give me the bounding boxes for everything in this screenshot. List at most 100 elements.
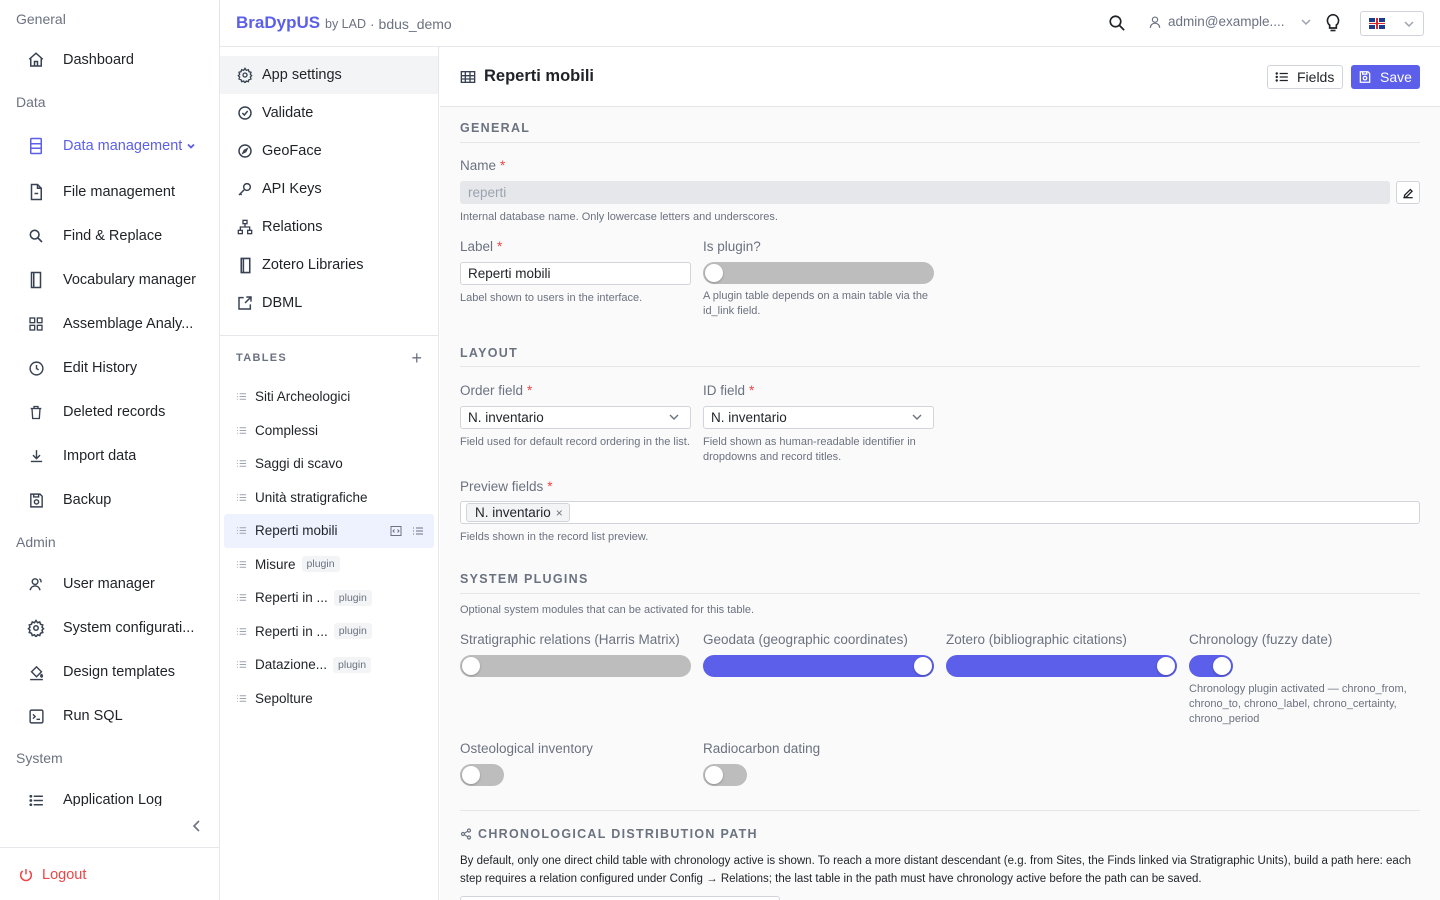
sidebar-group-admin: Admin: [16, 534, 56, 550]
preview-field-chip[interactable]: N. inventario ×: [466, 503, 570, 522]
menu-label: Relations: [262, 219, 323, 235]
sidebar-item-label: Application Log: [63, 792, 163, 806]
add-table-icon[interactable]: +: [411, 349, 422, 367]
sidebar-item-backup[interactable]: Backup: [0, 478, 219, 522]
is-plugin-help: A plugin table depends on a main table v…: [703, 290, 929, 317]
osteo-plugin-toggle[interactable]: [460, 764, 504, 786]
chip-label: N. inventario: [475, 505, 551, 520]
chrono-path-description: By default, only one direct child table …: [460, 855, 1411, 885]
strat-plugin-toggle[interactable]: [460, 655, 691, 677]
sidebar-group-data: Data: [16, 94, 46, 110]
sidebar-item-assemblage[interactable]: Assemblage Analy...: [0, 302, 219, 346]
menu-validate[interactable]: Validate: [220, 94, 438, 132]
tables-heading: TABLES: [236, 352, 287, 364]
chevron-down-icon: [1403, 18, 1415, 30]
sidebar-item-app-log[interactable]: Application Log: [0, 778, 219, 806]
is-plugin-label: Is plugin?: [703, 239, 761, 254]
chrono-path-select[interactable]: [460, 896, 780, 900]
logout-button[interactable]: Logout: [0, 848, 219, 900]
toggle-knob: [462, 657, 480, 675]
main-content: Reperti mobili Fields Save GENERAL Name *…: [440, 47, 1440, 900]
sidebar-item-design-templates[interactable]: Design templates: [0, 650, 219, 694]
collapse-sidebar-icon[interactable]: [188, 816, 206, 836]
sidebar-item-file-management[interactable]: File management: [0, 170, 219, 214]
sidebar-item-data-management[interactable]: Data management: [0, 122, 219, 170]
toggle-knob: [705, 766, 723, 784]
save-button[interactable]: Save: [1351, 65, 1420, 89]
sidebar-item-edit-history[interactable]: Edit History: [0, 346, 219, 390]
chevron-down-icon: [186, 141, 196, 151]
sidebar-item-deleted-records[interactable]: Deleted records: [0, 390, 219, 434]
chrono-plugin-toggle[interactable]: [1189, 655, 1233, 677]
menu-api-keys[interactable]: API Keys: [220, 170, 438, 208]
brand-logo[interactable]: BraDypUS: [236, 13, 320, 33]
menu-geoface[interactable]: GeoFace: [220, 132, 438, 170]
plugin-badge: plugin: [333, 656, 372, 673]
user-menu[interactable]: admin@example....: [1148, 14, 1312, 29]
table-row[interactable]: Saggi di scavo: [224, 447, 434, 481]
order-field-select[interactable]: N. inventario: [460, 406, 691, 429]
menu-relations[interactable]: Relations: [220, 208, 438, 246]
menu-zotero-libraries[interactable]: Zotero Libraries: [220, 246, 438, 284]
is-plugin-toggle[interactable]: [703, 262, 934, 284]
sidebar-scroll-area[interactable]: General Dashboard Data Data management F…: [0, 0, 219, 806]
bookmark-book-icon: [236, 256, 254, 274]
sidebar-item-label: Design templates: [63, 664, 176, 680]
fields-button[interactable]: Fields: [1267, 65, 1343, 89]
label-input[interactable]: Reperti mobili: [460, 262, 691, 285]
section-chrono-path: CHRONOLOGICAL DISTRIBUTION PATH: [460, 827, 758, 841]
table-row[interactable]: Reperti in ... plugin: [224, 581, 434, 615]
name-input[interactable]: reperti: [460, 181, 1390, 204]
sidebar-item-vocabulary[interactable]: Vocabulary manager: [0, 258, 219, 302]
remove-chip-icon[interactable]: ×: [556, 506, 563, 520]
menu-app-settings[interactable]: App settings: [220, 56, 438, 94]
language-select[interactable]: [1360, 11, 1424, 36]
gear-icon: [236, 66, 254, 84]
section-layout-title: LAYOUT: [460, 346, 519, 360]
trash-icon: [26, 402, 46, 422]
sidebar-item-user-manager[interactable]: User manager: [0, 562, 219, 606]
share-nodes-icon: [460, 828, 472, 840]
sidebar-item-find-replace[interactable]: Find & Replace: [0, 214, 219, 258]
table-row[interactable]: Complessi: [224, 414, 434, 448]
sidebar-item-label: Deleted records: [63, 404, 166, 420]
search-icon[interactable]: [1108, 14, 1128, 34]
save-disk-icon: [26, 490, 46, 510]
sidebar-item-run-sql[interactable]: Run SQL: [0, 694, 219, 738]
table-row[interactable]: Datazione... plugin: [224, 648, 434, 682]
user-icon: [1148, 15, 1162, 29]
preview-fields-input[interactable]: [460, 501, 1420, 524]
table-row[interactable]: Reperti in ... plugin: [224, 615, 434, 649]
sidebar-group-general: General: [16, 11, 66, 27]
list-icon: [236, 626, 248, 637]
table-row[interactable]: Sepolture: [224, 682, 434, 716]
list-icon: [236, 659, 248, 670]
fields-list-icon[interactable]: [412, 525, 424, 537]
table-name: Complessi: [255, 422, 319, 438]
table-row[interactable]: Unità stratigrafiche: [224, 481, 434, 515]
pencil-icon: [1401, 186, 1415, 200]
chevron-down-icon: [668, 411, 680, 423]
code-icon[interactable]: [390, 525, 402, 537]
radiocarbon-plugin-toggle[interactable]: [703, 764, 747, 786]
sidebar-item-label: Backup: [63, 492, 112, 508]
lightbulb-icon[interactable]: [1324, 13, 1344, 35]
label-field-label: Label *: [460, 239, 503, 254]
table-row[interactable]: Misure plugin: [224, 548, 434, 582]
top-bar: BraDypUS by LAD · bdus_demo admin@exampl…: [220, 0, 1440, 47]
sidebar-item-label: Assemblage Analy...: [63, 316, 194, 332]
save-label: Save: [1380, 69, 1412, 85]
geo-plugin-toggle[interactable]: [703, 655, 934, 677]
id-field-select[interactable]: N. inventario: [703, 406, 934, 429]
sidebar-item-import-data[interactable]: Import data: [0, 434, 219, 478]
table-name: Unità stratigrafiche: [255, 489, 368, 505]
edit-name-button[interactable]: [1396, 181, 1420, 204]
divider: [460, 593, 1420, 594]
zotero-plugin-toggle[interactable]: [946, 655, 1177, 677]
sidebar-item-system-config[interactable]: System configurati...: [0, 606, 219, 650]
list-icon: [1275, 70, 1289, 84]
table-row[interactable]: Reperti mobili: [224, 514, 434, 548]
menu-dbml[interactable]: DBML: [220, 284, 438, 322]
sidebar-item-dashboard[interactable]: Dashboard: [0, 38, 219, 82]
table-row[interactable]: Siti Archeologici: [224, 380, 434, 414]
